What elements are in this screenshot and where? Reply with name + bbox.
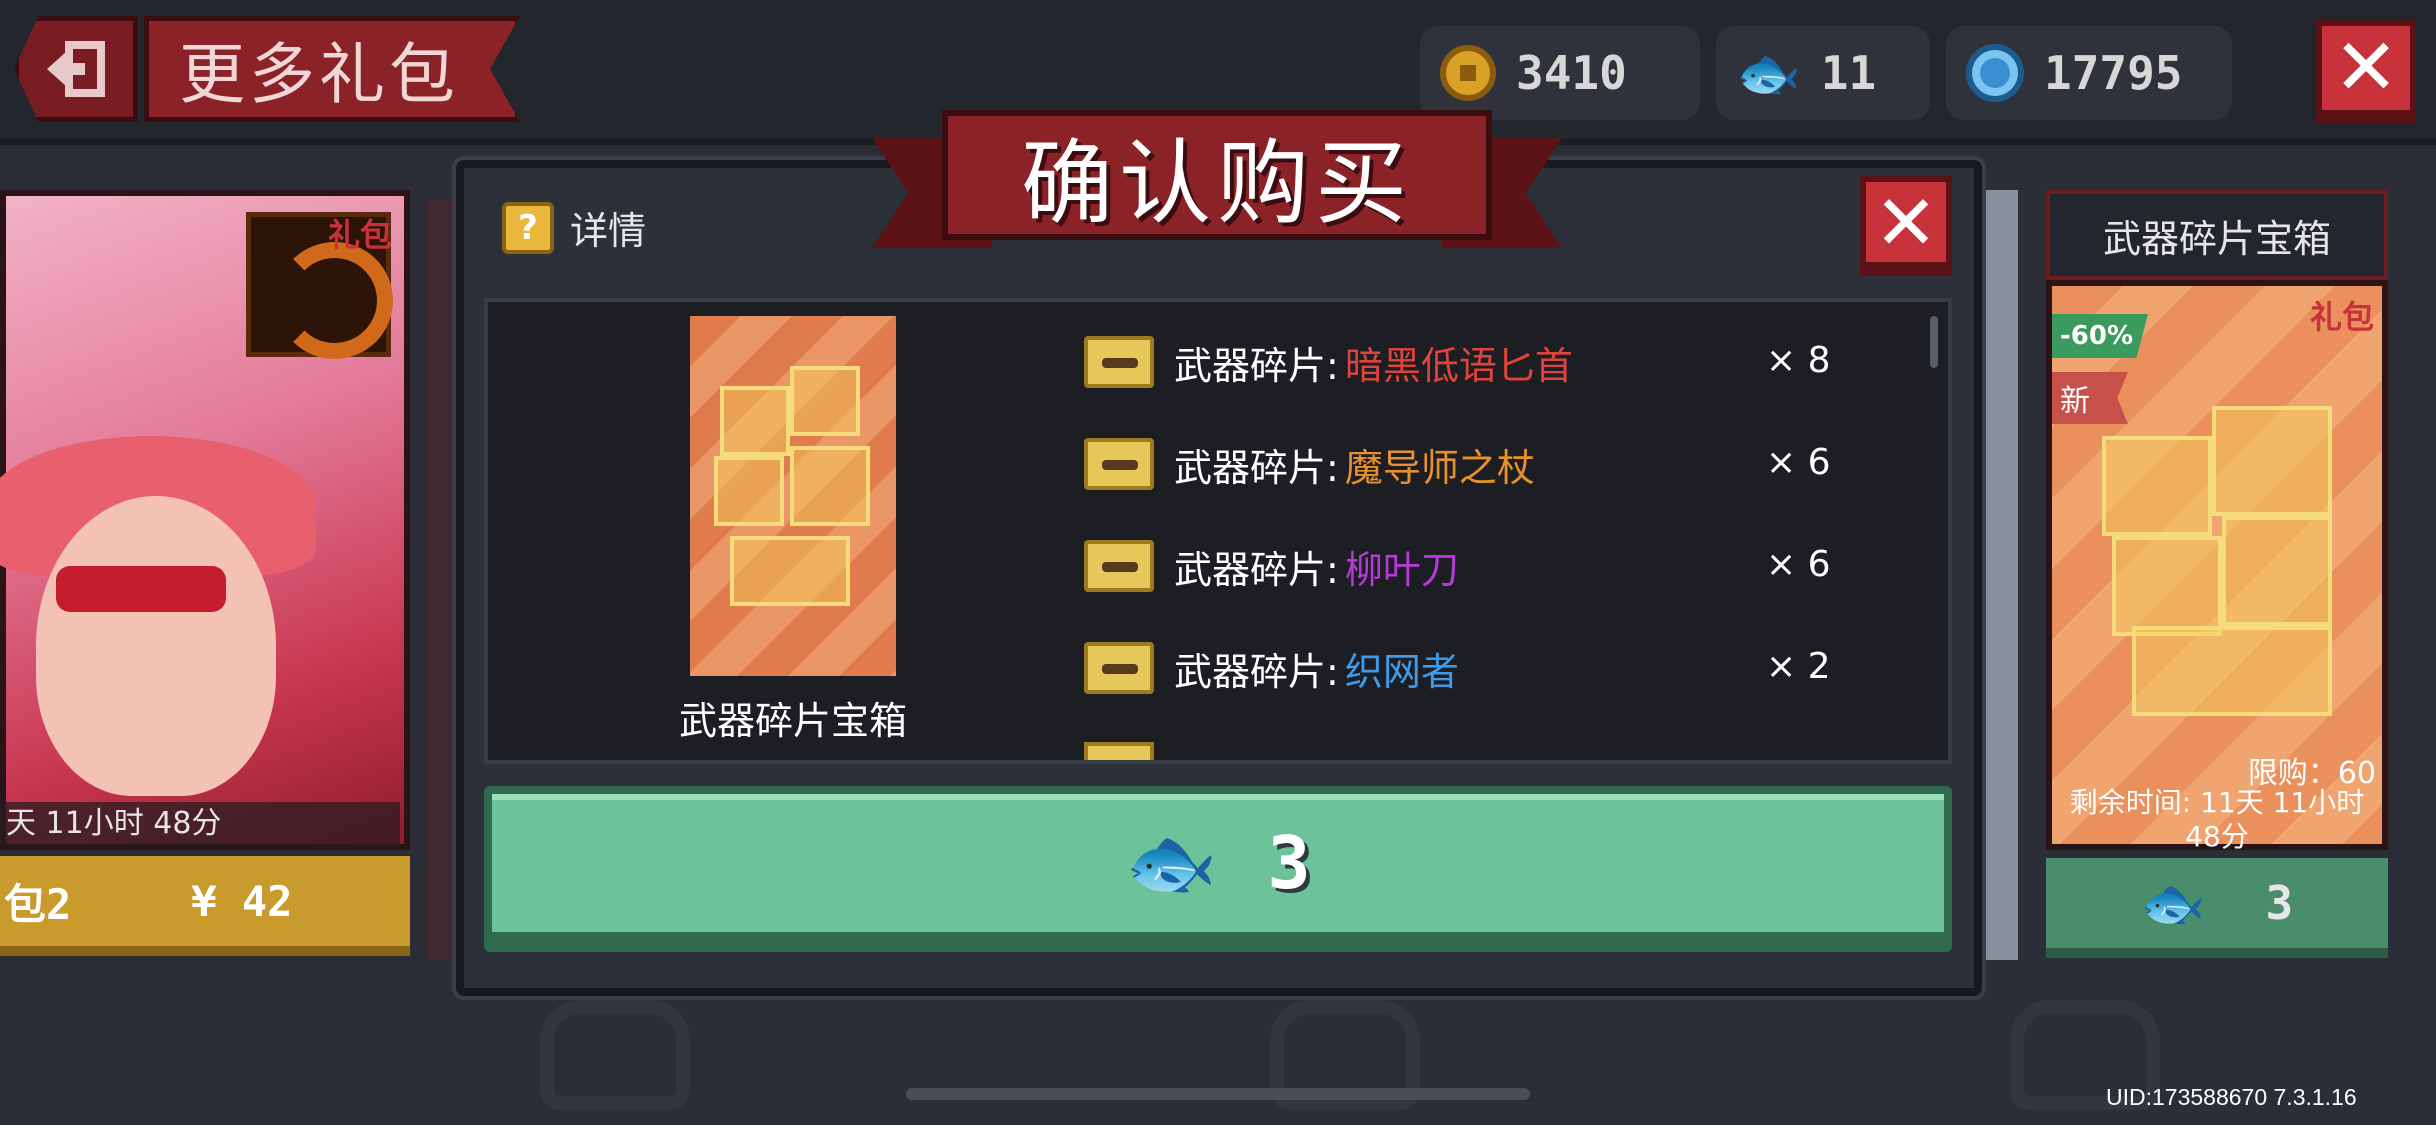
- item-prefix: 武器碎片:: [1174, 343, 1339, 388]
- card-title: 武器碎片宝箱: [2046, 190, 2388, 280]
- scrollbar[interactable]: [1930, 316, 1938, 368]
- gem-currency: 17795: [1946, 26, 2232, 120]
- item-name: 暗黑低语匕首: [1344, 343, 1573, 388]
- item-name: 魔导师之杖: [1344, 445, 1535, 490]
- weapon-chest-card[interactable]: 武器碎片宝箱 礼包 -60% 新 限购：60 剩余时间: 11天 11小时 48…: [2046, 190, 2388, 965]
- pack-name: 包2: [4, 879, 72, 929]
- weapon-shard-icon: [790, 366, 860, 436]
- time-remaining: 天 11小时 48分: [0, 802, 400, 846]
- weapon-shard-icon: [720, 386, 790, 456]
- gift-tag: 礼包: [328, 216, 393, 254]
- weapon-shard-icon: [1084, 438, 1154, 490]
- dialog-close-button[interactable]: ✕: [1860, 176, 1952, 268]
- details-label: 详情: [570, 209, 647, 253]
- dialog-title-banner: 确认购买: [872, 106, 1562, 256]
- home-indicator[interactable]: [906, 1088, 1530, 1100]
- product-name: 武器碎片宝箱: [678, 699, 907, 743]
- item-prefix: 武器碎片:: [1174, 649, 1339, 694]
- question-icon: ?: [502, 201, 554, 254]
- item-prefix: 武器碎片:: [1174, 445, 1339, 490]
- exit-arrow-icon: [47, 41, 105, 97]
- close-icon: ✕: [2333, 23, 2399, 113]
- item-quantity: × 8: [1766, 340, 1831, 381]
- list-item: 武器碎片: 织网者: [1084, 638, 1459, 698]
- page-title-plate: 更多礼包: [144, 16, 520, 122]
- price-label: 3: [2265, 876, 2294, 930]
- price-label: ¥ 42: [191, 876, 293, 926]
- uid-version-label: UID:173588670 7.3.1.16: [2106, 1084, 2357, 1110]
- weapon-shard-icon: [790, 446, 870, 526]
- fish-icon: 🐟: [2140, 873, 2206, 934]
- weapon-shard-icon: [2212, 406, 2332, 516]
- item-name: 柳叶刀: [1344, 547, 1459, 592]
- weapon-shard-icon: [2102, 436, 2212, 536]
- item-quantity: × 6: [1766, 544, 1831, 585]
- weapon-shard-icon: [730, 536, 850, 606]
- close-button[interactable]: ✕: [2316, 20, 2416, 116]
- back-button[interactable]: [14, 16, 138, 122]
- gem-icon: [1966, 44, 2024, 102]
- item-name: 织网者: [1344, 649, 1459, 694]
- new-badge: 新: [2052, 372, 2128, 424]
- buy-button[interactable]: 🐟 3: [484, 786, 1952, 952]
- character-face: [36, 496, 276, 796]
- item-prefix: 武器碎片:: [1174, 547, 1339, 592]
- product-image: [690, 316, 896, 676]
- time-remaining: 剩余时间: 11天 11小时 48分: [2069, 786, 2365, 853]
- weapon-shard-icon: [2222, 516, 2332, 626]
- fish-icon: 🐟: [1736, 43, 1801, 104]
- close-icon: ✕: [1874, 177, 1938, 267]
- gem-amount: 17795: [2044, 46, 2183, 100]
- price-button[interactable]: 🐟 3: [2046, 858, 2388, 958]
- card-art: 礼包 -60% 新 限购：60 剩余时间: 11天 11小时 48分: [2046, 280, 2388, 853]
- page-title: 更多礼包: [179, 36, 459, 113]
- list-item: 武器碎片: 暗黑低语匕首: [1084, 332, 1573, 392]
- weapon-shard-icon: [1084, 336, 1154, 388]
- hidden-card-edge: [1978, 190, 2018, 960]
- fish-icon: 🐟: [1125, 819, 1218, 906]
- list-item: 武器碎片: 柳叶刀: [1084, 536, 1459, 596]
- background-mark: [540, 1000, 690, 1110]
- fish-amount: 11: [1820, 46, 1877, 100]
- gift-pack-card-left[interactable]: 礼包 天 11小时 48分 包2 ¥ 42: [0, 190, 410, 965]
- weapon-shard-icon: [714, 456, 784, 526]
- gold-amount: 3410: [1516, 46, 1627, 100]
- weapon-shard-icon: [1084, 642, 1154, 694]
- fish-currency: 🐟 11: [1716, 26, 1930, 120]
- ribbon: 确认购买: [942, 110, 1492, 240]
- details-header[interactable]: ? 详情: [502, 200, 646, 255]
- weapon-shard-icon: [2132, 626, 2332, 716]
- gold-coin-icon: [1440, 45, 1496, 101]
- list-item: 武器碎片: 魔导师之杖: [1084, 434, 1535, 494]
- card-art: 礼包: [0, 190, 410, 850]
- character-glasses: [56, 566, 226, 612]
- buy-price: 3: [1267, 821, 1311, 905]
- item-quantity: × 2: [1766, 646, 1831, 687]
- item-quantity: × 6: [1766, 442, 1831, 483]
- weapon-shard-icon: [2112, 536, 2222, 636]
- weapon-shard-icon: [1084, 742, 1154, 760]
- dialog-title: 确认购买: [1020, 129, 1413, 237]
- gift-tag: 礼包: [2309, 298, 2374, 336]
- contents-list-panel[interactable]: 武器碎片宝箱 武器碎片: 暗黑低语匕首 × 8 武器碎片: 魔导师之杖 × 6 …: [484, 298, 1952, 764]
- weapon-shard-icon: [1084, 540, 1154, 592]
- price-button[interactable]: 包2 ¥ 42: [0, 856, 410, 956]
- discount-badge: -60%: [2052, 314, 2148, 358]
